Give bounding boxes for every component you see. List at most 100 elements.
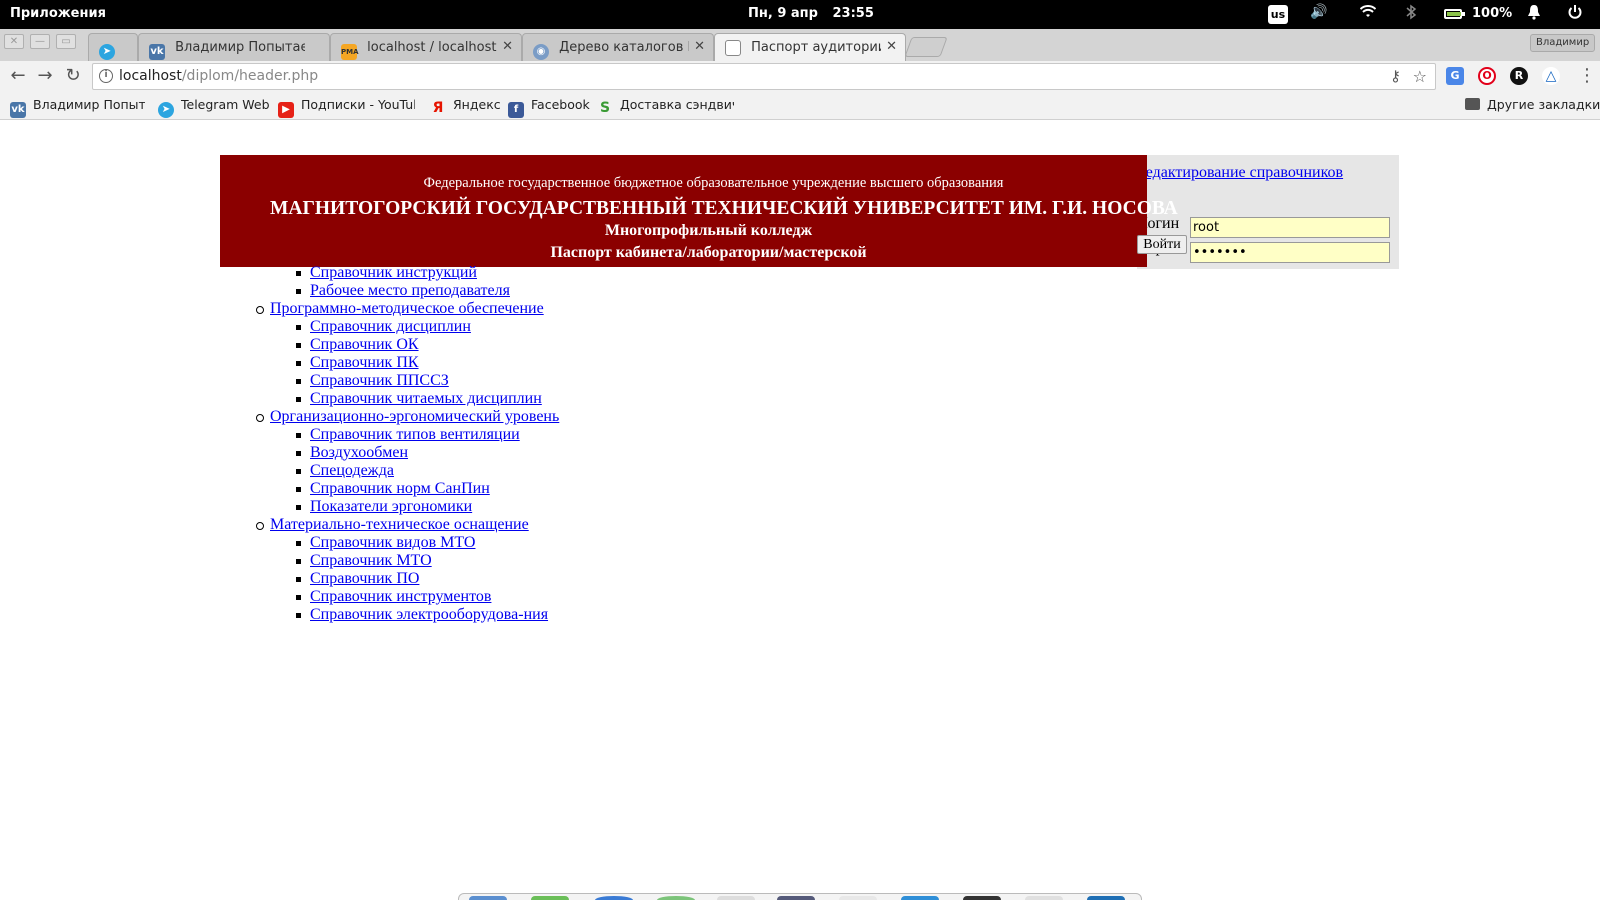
vk-icon: vk	[10, 102, 26, 118]
site-header-banner: Федеральное государственное бюджетное об…	[220, 155, 1178, 267]
menu-link[interactable]: Показатели эргономики	[310, 498, 472, 515]
list-item: Справочник инструментов	[270, 588, 559, 606]
menu-section-link[interactable]: Материально-техническое оснащение	[270, 516, 529, 533]
menu-link[interactable]: Справочник ПО	[310, 570, 419, 587]
notifications-bell-icon[interactable]	[1527, 4, 1541, 24]
battery-icon[interactable]	[1444, 9, 1465, 19]
tab-title: Дерево каталогов NES	[559, 40, 689, 55]
youtube-icon: ▶	[278, 102, 294, 118]
bookmark-yandex[interactable]: Я Яндекс	[430, 97, 501, 116]
system-top-bar: Приложения Пн, 9 апр 23:55 us 🔊 100%	[0, 0, 1600, 29]
address-url[interactable]: localhost/diplom/header.php	[119, 64, 318, 89]
keyboard-layout-indicator[interactable]: us	[1268, 5, 1288, 24]
list-item: Показатели эргономики	[270, 498, 559, 516]
bookmark-label: Telegram Web	[181, 97, 270, 112]
bookmark-star-icon[interactable]: ☆	[1413, 64, 1427, 89]
login-submit-button[interactable]: Войти	[1137, 235, 1187, 254]
menu-link[interactable]: Справочник читаемых дисциплин	[310, 390, 542, 407]
menu-section: Материально-техническое оснащение	[255, 516, 559, 534]
r-extension-icon[interactable]: R	[1510, 67, 1528, 85]
menu-link[interactable]: Справочник норм СанПин	[310, 480, 490, 497]
tab-close-icon[interactable]: ✕	[502, 39, 513, 54]
password-input[interactable]: •••••••	[1190, 242, 1390, 263]
other-bookmarks-label: Другие закладки	[1487, 97, 1600, 112]
browser-menu-icon[interactable]: ⋮	[1578, 65, 1596, 86]
tab-strip: ✕ — ▭ ➤ vk Владимир Попытаев PMA localho…	[0, 29, 1600, 62]
menu-link[interactable]: Справочник ОК	[310, 336, 419, 353]
menu-section-link[interactable]: Организационно-эргономический уровень	[270, 408, 559, 425]
new-tab-button[interactable]	[904, 37, 948, 57]
applications-menu[interactable]: Приложения	[10, 6, 106, 21]
clock[interactable]: Пн, 9 апр 23:55	[748, 6, 884, 21]
menu-link[interactable]: Спецодежда	[310, 462, 394, 479]
tab-phpmyadmin[interactable]: PMA localhost / localhost / ph ✕	[330, 33, 522, 61]
window-close-button[interactable]: ✕	[4, 34, 24, 49]
bluetooth-icon[interactable]	[1405, 4, 1417, 24]
menu-link[interactable]: Справочник ППССЗ	[310, 372, 449, 389]
menu-link[interactable]: Рабочее место преподавателя	[310, 282, 510, 299]
tab-close-icon[interactable]: ✕	[886, 39, 897, 54]
edit-directories-link[interactable]: Редактирование справочников	[1137, 164, 1343, 182]
university-title: МАГНИТОГОРСКИЙ ГОСУДАРСТВЕННЫЙ ТЕХНИЧЕСК…	[270, 198, 1178, 219]
dock-terminal-icon[interactable]	[531, 896, 569, 900]
url-host: localhost	[119, 68, 182, 84]
tab-telegram[interactable]: ➤	[88, 33, 138, 61]
triangle-extension-icon[interactable]: △	[1542, 67, 1560, 85]
list-item: Справочник МТО	[270, 552, 559, 570]
tab-vk-profile[interactable]: vk Владимир Попытаев	[138, 33, 330, 61]
list-item: Справочник ПО	[270, 570, 559, 588]
tab-title: localhost / localhost / ph	[367, 40, 497, 55]
dock-files-icon[interactable]	[469, 896, 507, 900]
menu-section-link[interactable]: Программно-методическое обеспечение	[270, 300, 544, 317]
menu-link[interactable]: Справочник видов МТО	[310, 534, 475, 551]
profile-button[interactable]: Владимир	[1530, 34, 1596, 52]
tab-catalog-tree[interactable]: ◉ Дерево каталогов NES ✕	[522, 33, 714, 61]
menu-link[interactable]: Справочник ПК	[310, 354, 419, 371]
dock-apps-icon[interactable]	[777, 896, 815, 900]
password-key-icon[interactable]: ⚷	[1390, 64, 1401, 89]
volume-icon[interactable]: 🔊	[1310, 4, 1327, 20]
bookmark-vk[interactable]: vk Владимир Попытае	[10, 97, 145, 118]
translate-extension-icon[interactable]: G	[1446, 67, 1464, 85]
tab-close-icon[interactable]: ✕	[694, 39, 705, 54]
window-restore-button[interactable]: ▭	[56, 34, 76, 49]
dock-app-icon[interactable]	[839, 896, 877, 900]
site-info-icon[interactable]: i	[99, 69, 113, 83]
dock-ide-icon[interactable]	[1087, 896, 1125, 900]
dock-store-icon[interactable]	[901, 896, 939, 900]
dock-console-icon[interactable]	[963, 896, 1001, 900]
bookmark-facebook[interactable]: f Facebook	[508, 97, 590, 118]
bookmark-subway[interactable]: S Доставка сэндвиче	[597, 97, 734, 116]
date-label: Пн, 9 апр	[748, 6, 818, 21]
login-input[interactable]: root	[1190, 217, 1390, 238]
menu-link[interactable]: Справочник электрооборудова-ния	[310, 606, 548, 623]
bookmark-label: Яндекс	[453, 97, 501, 112]
power-icon[interactable]	[1567, 4, 1583, 24]
menu-link[interactable]: Справочник дисциплин	[310, 318, 471, 335]
reload-icon[interactable]: ↻	[61, 64, 85, 88]
telegram-icon: ➤	[158, 102, 174, 118]
list-item: Справочник инструкций	[270, 264, 559, 282]
back-arrow-icon[interactable]: ←	[6, 64, 30, 88]
tab-active-passport[interactable]: Паспорт аудитории ✕	[714, 33, 906, 62]
list-item: Справочник читаемых дисциплин	[270, 390, 559, 408]
menu-link[interactable]: Справочник типов вентиляции	[310, 426, 520, 443]
dock-chat-icon[interactable]	[657, 896, 695, 900]
address-bar[interactable]: i localhost/diplom/header.php ⚷ ☆	[92, 63, 1436, 90]
bookmark-telegram[interactable]: ➤ Telegram Web	[158, 97, 270, 118]
bookmark-youtube[interactable]: ▶ Подписки - YouTub	[278, 97, 415, 118]
opera-extension-icon[interactable]: O	[1478, 67, 1496, 85]
time-label: 23:55	[832, 6, 874, 21]
menu-link[interactable]: Справочник инструментов	[310, 588, 491, 605]
bookmark-label: Доставка сэндвиче	[620, 97, 734, 112]
menu-link[interactable]: Справочник инструкций	[310, 264, 477, 281]
dock-editor-icon[interactable]	[717, 896, 755, 900]
forward-arrow-icon[interactable]: →	[33, 64, 57, 88]
other-bookmarks-folder[interactable]: Другие закладки	[1465, 97, 1600, 112]
menu-link[interactable]: Справочник МТО	[310, 552, 432, 569]
wifi-icon[interactable]	[1359, 4, 1377, 24]
dock-settings-icon[interactable]	[1025, 896, 1063, 900]
dock-browser-icon[interactable]	[595, 896, 633, 900]
window-minimize-button[interactable]: —	[30, 34, 50, 49]
menu-link[interactable]: Воздухообмен	[310, 444, 408, 461]
